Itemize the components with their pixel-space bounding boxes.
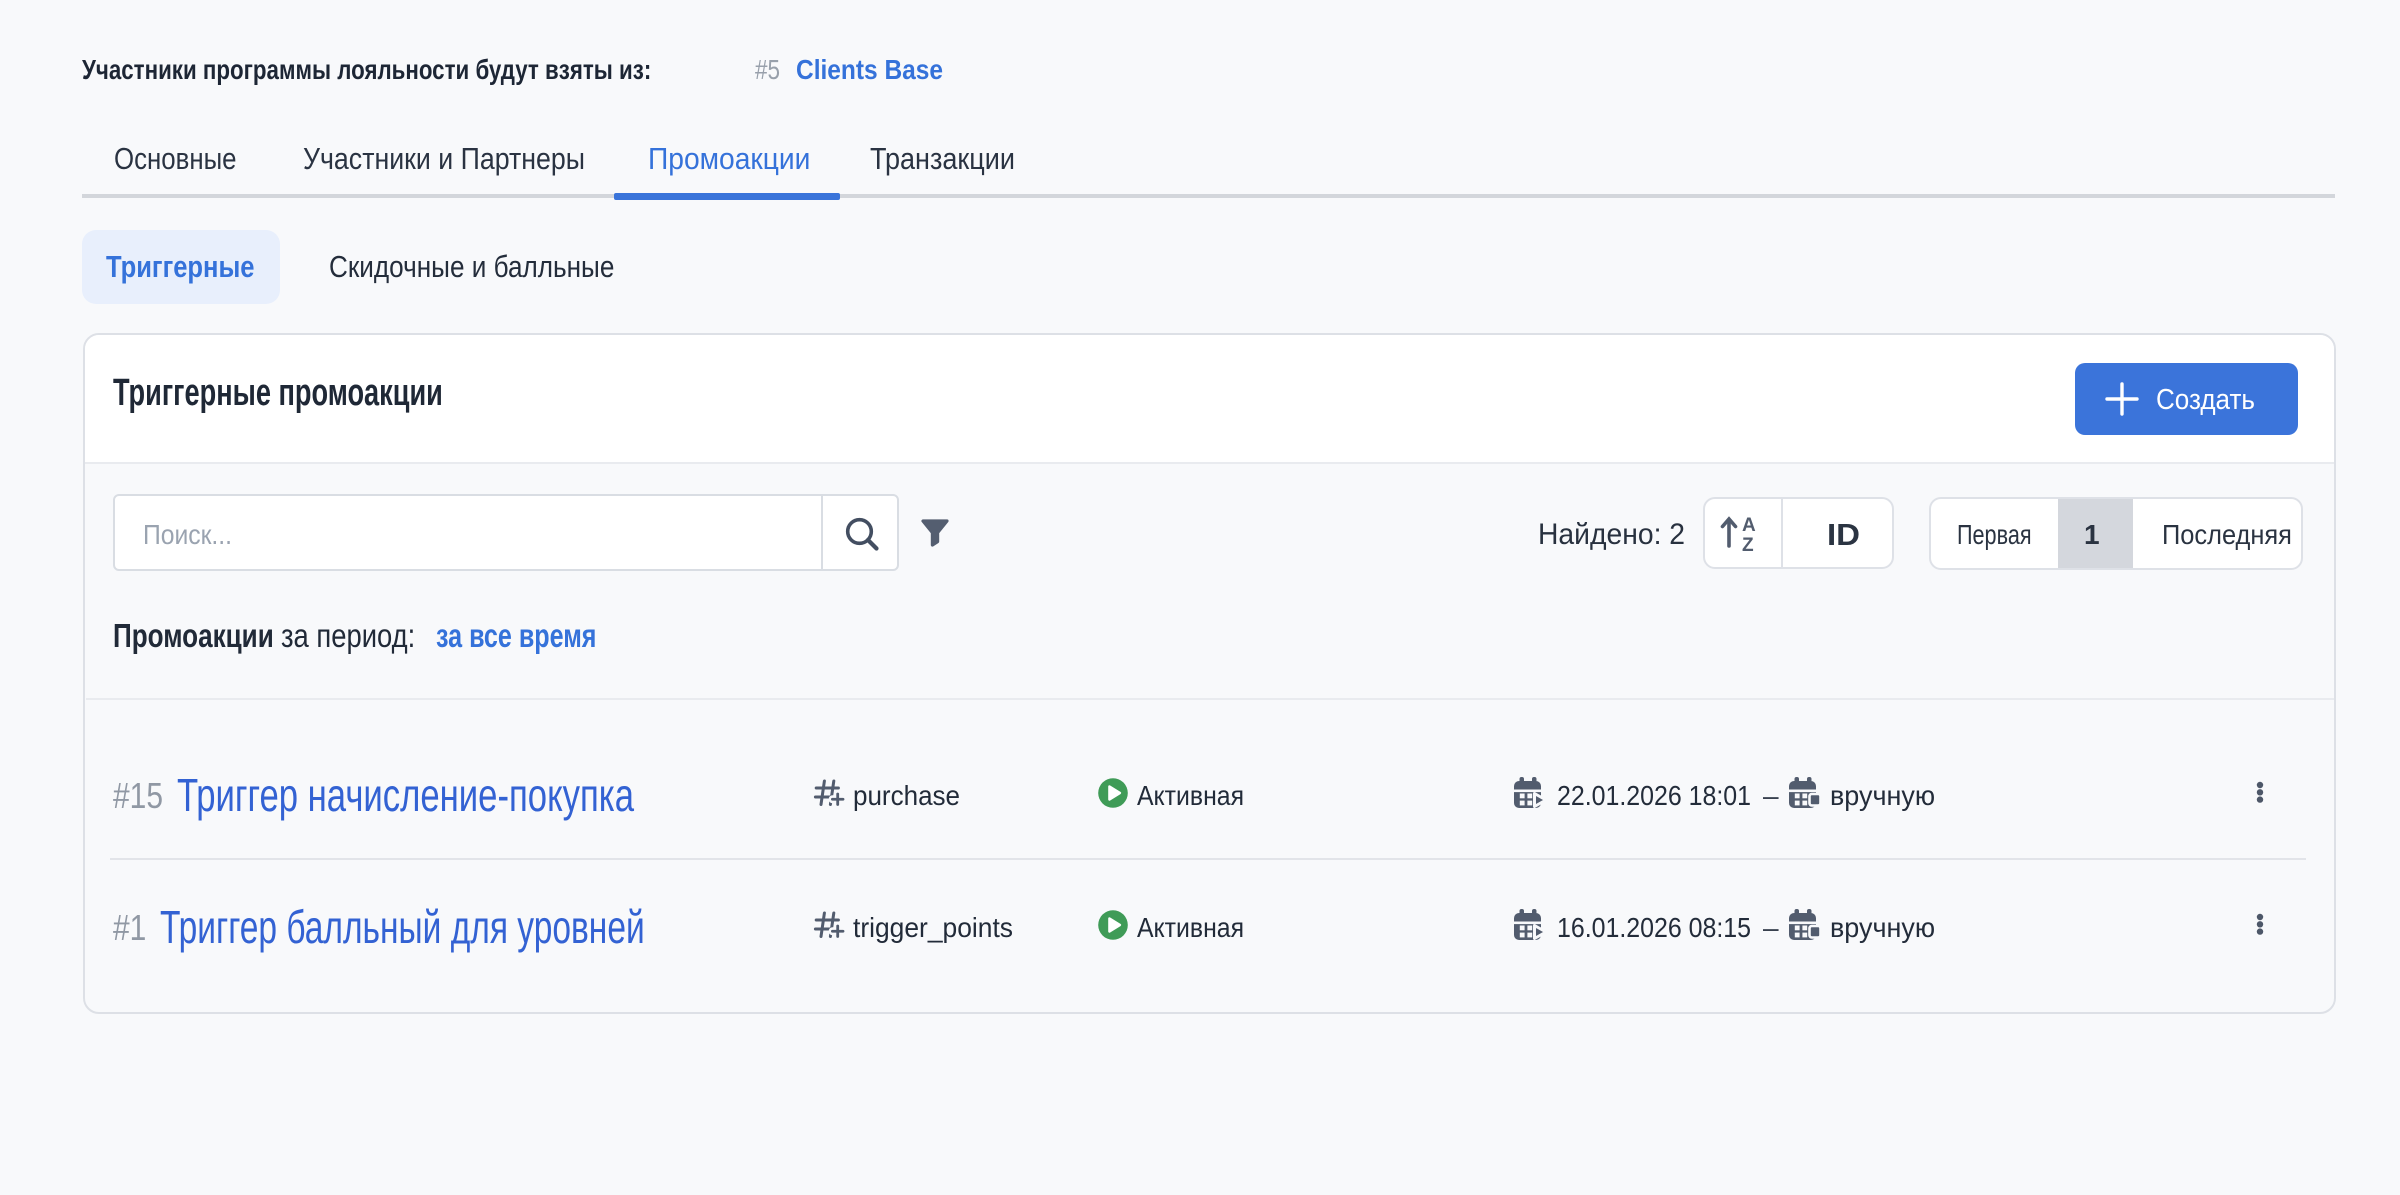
svg-text:Z: Z xyxy=(1742,535,1754,556)
svg-text:A: A xyxy=(1742,515,1756,536)
